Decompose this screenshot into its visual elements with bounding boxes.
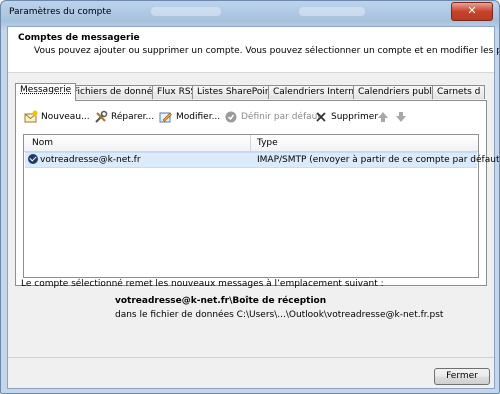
accounts-list[interactable]: Nom Type votreadresse@k-net.fr IMAP/SMTP… [23, 134, 499, 278]
delete-account-label: Supprimer [331, 112, 379, 122]
window-close-button[interactable]: ✕ [451, 2, 493, 21]
delivery-intro-text: Le compte sélectionné remet les nouveaux… [21, 279, 384, 289]
dialog-client-area: Comptes de messagerie Vous pouvez ajoute… [7, 26, 499, 389]
new-account-button[interactable]: Nouveau... [24, 109, 90, 125]
repair-tools-icon [94, 110, 108, 124]
repair-account-label: Réparer... [111, 112, 155, 122]
new-mail-icon [24, 110, 38, 124]
column-header-name[interactable]: Nom [32, 138, 53, 148]
tab-carnets[interactable]: Carnets d [432, 85, 485, 99]
new-account-label: Nouveau... [41, 112, 90, 122]
arrow-up-icon [376, 110, 390, 124]
delivery-location: votreadresse@k-net.fr\Boîte de réception [115, 296, 327, 306]
column-header-type[interactable]: Type [257, 138, 278, 148]
move-up-button[interactable] [376, 109, 390, 125]
close-dialog-label: Fermer [446, 371, 478, 381]
default-account-check-icon [28, 154, 38, 164]
accounts-list-header: Nom Type [24, 135, 478, 152]
tab-label: Messagerie [20, 85, 72, 95]
checkmark-circle-icon [224, 110, 238, 124]
account-settings-window: Paramètres du compte ✕ Comptes de messag… [0, 0, 500, 394]
title-bar[interactable]: Paramètres du compte ✕ [1, 1, 499, 23]
set-default-label: Définir par défaut [241, 112, 321, 122]
footer-divider [8, 357, 494, 358]
accounts-toolbar: Nouveau... Réparer... Modifier... Défini… [24, 109, 474, 125]
modify-account-button[interactable]: Modifier... [159, 109, 220, 125]
blurred-title-area [299, 7, 365, 16]
table-row[interactable]: votreadresse@k-net.fr IMAP/SMTP (envoyer… [25, 152, 499, 168]
header-description: Vous pouvez ajouter ou supprimer un comp… [34, 46, 500, 56]
tab-label: Calendriers Internet [273, 87, 363, 97]
tab-label: Carnets d [437, 87, 481, 97]
delete-x-icon [314, 110, 328, 124]
header-panel: Comptes de messagerie Vous pouvez ajoute… [8, 27, 499, 73]
tab-label: Listes SharePoint [197, 87, 275, 97]
set-default-button[interactable]: Définir par défaut [224, 109, 321, 125]
tab-strip: Messagerie Fichiers de données Flux RSS … [15, 83, 485, 101]
modify-account-icon [159, 110, 173, 124]
account-type-cell: IMAP/SMTP (envoyer à partir de ce compte… [257, 155, 500, 165]
blurred-title-area [151, 7, 221, 16]
delete-account-button[interactable]: Supprimer [314, 109, 378, 125]
modify-account-label: Modifier... [176, 112, 221, 122]
account-name-cell: votreadresse@k-net.fr [40, 155, 141, 165]
tab-label: Fichiers de données [73, 87, 163, 97]
header-title: Comptes de messagerie [18, 33, 140, 43]
arrow-down-icon [394, 110, 408, 124]
delivery-datafile: dans le fichier de données C:\Users\...\… [115, 310, 444, 320]
move-down-button[interactable] [394, 109, 408, 125]
messagerie-tab-page: Nouveau... Réparer... Modifier... Défini… [15, 100, 499, 286]
close-icon: ✕ [467, 4, 477, 17]
close-dialog-button[interactable]: Fermer [434, 368, 490, 385]
tab-listes-sharepoint[interactable]: Listes SharePoint [192, 85, 280, 99]
window-title: Paramètres du compte [9, 7, 112, 17]
tab-label: Flux RSS [157, 87, 197, 97]
repair-account-button[interactable]: Réparer... [94, 109, 154, 125]
tab-messagerie[interactable]: Messagerie [15, 83, 77, 101]
column-divider[interactable] [250, 135, 251, 151]
